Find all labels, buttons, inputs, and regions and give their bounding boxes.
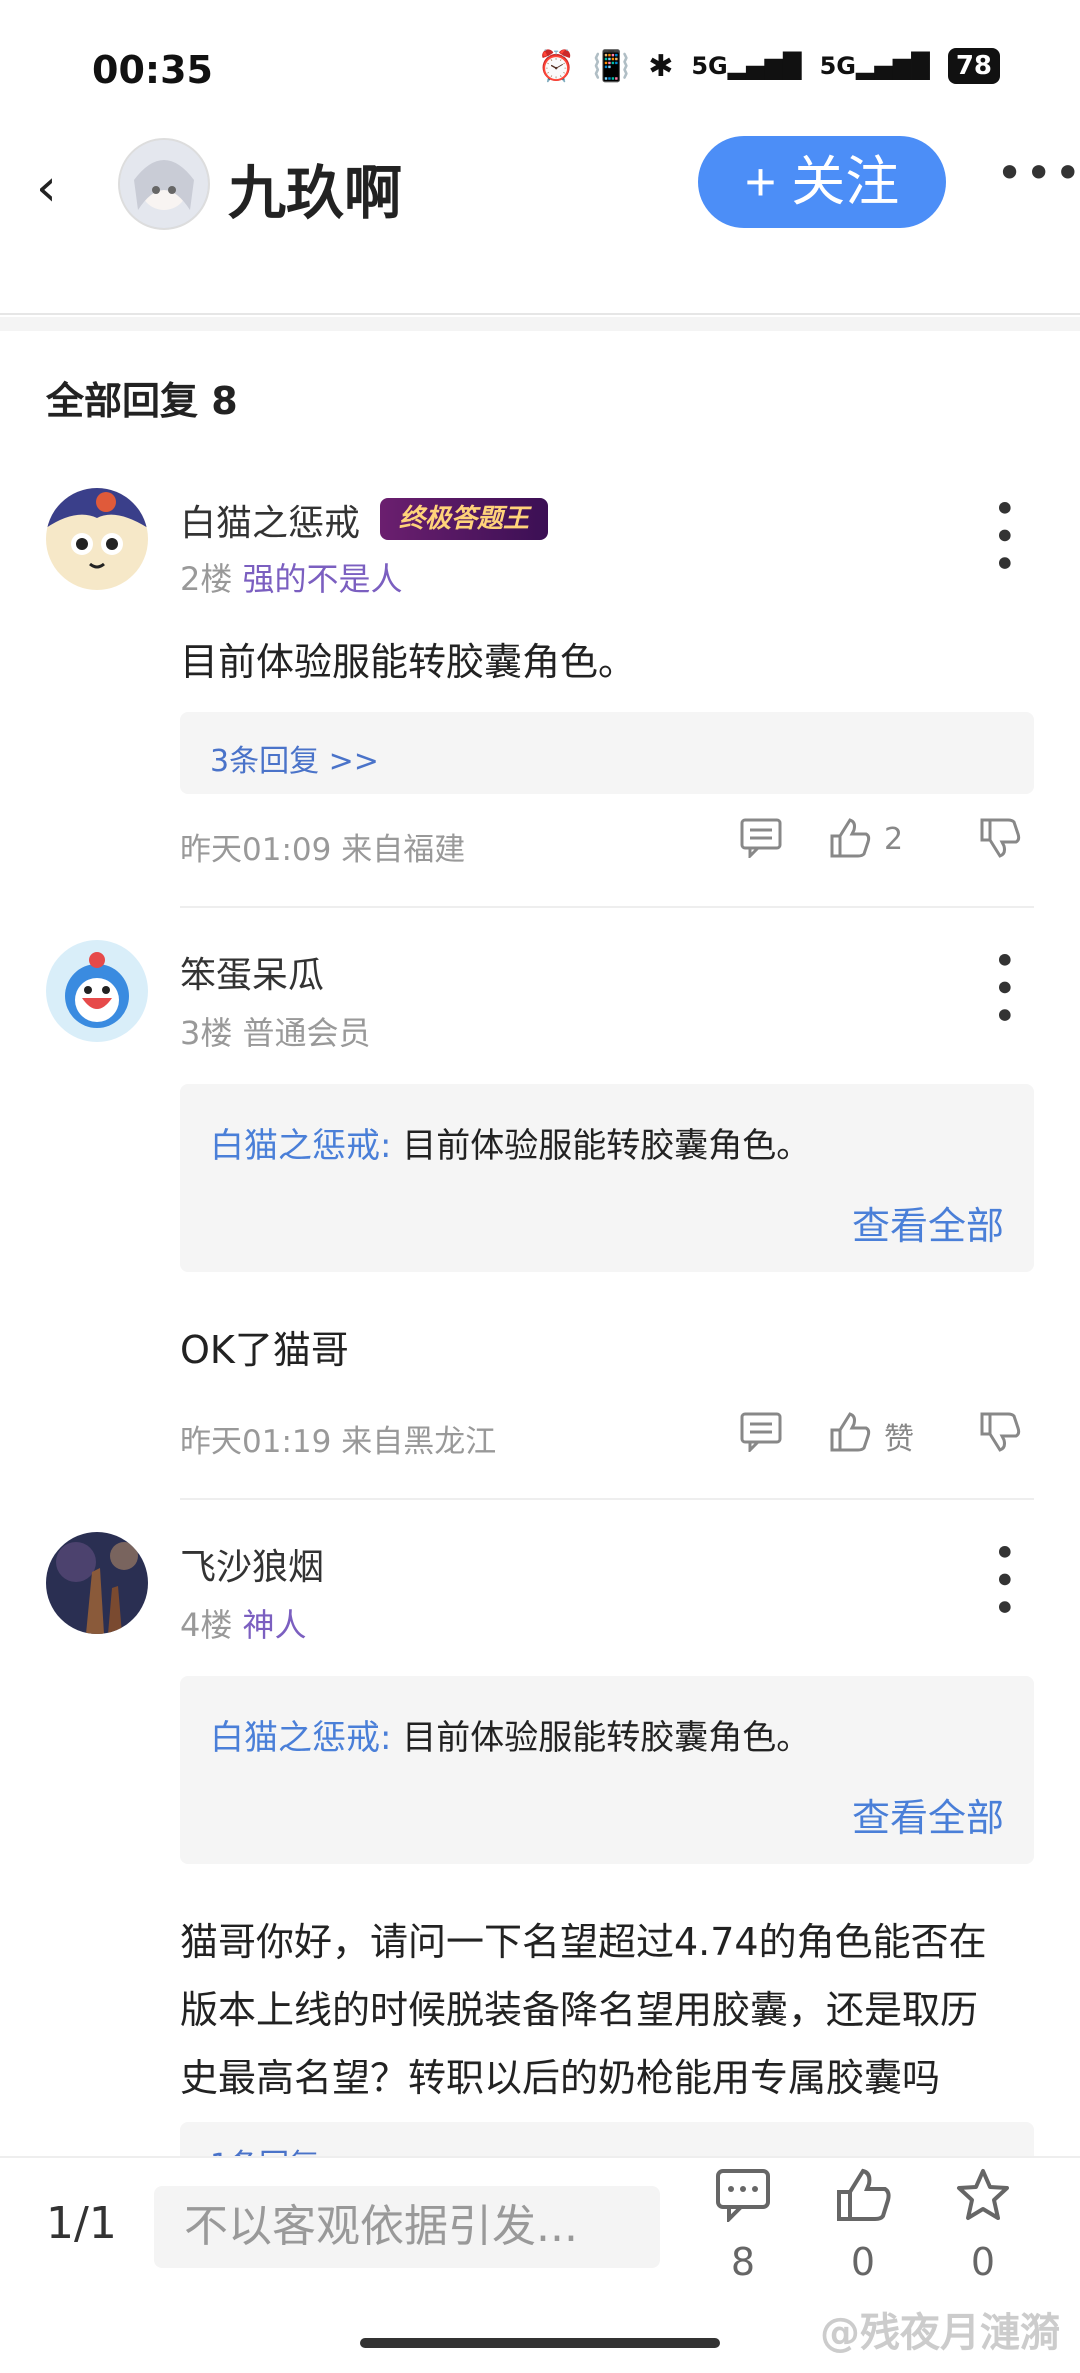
signal-icon-2: 5G▂▄▆█: [819, 52, 930, 80]
more-icon[interactable]: •••: [996, 146, 1080, 200]
floor-info: 4楼 神人: [180, 1600, 307, 1646]
comment-icon[interactable]: [740, 1412, 782, 1461]
quote-box[interactable]: 白猫之惩戒: 目前体验服能转胶囊角色。 查看全部: [180, 1676, 1034, 1864]
favorite-button[interactable]: 0: [938, 2168, 1028, 2284]
like-icon: [818, 2168, 908, 2240]
avatar[interactable]: [46, 940, 148, 1042]
username[interactable]: 白猫之惩戒: [180, 494, 360, 546]
status-icons: ⏰ 📳 ✱ 5G▂▄▆█ 5G▂▄▆█ 78: [537, 48, 1000, 84]
avatar-image: [120, 140, 208, 228]
more-options-icon[interactable]: •••: [980, 496, 1026, 579]
home-indicator[interactable]: [360, 2338, 720, 2348]
bluetooth-icon: ✱: [648, 48, 674, 84]
battery-icon: 78: [947, 48, 1000, 84]
avatar-image: [46, 488, 148, 590]
username[interactable]: 笨蛋呆瓜: [180, 946, 324, 998]
page-indicator[interactable]: 1/1: [46, 2198, 117, 2249]
status-bar: 00:35 ⏰ 📳 ✱ 5G▂▄▆█ 5G▂▄▆█ 78: [0, 0, 1080, 130]
quote-text: 白猫之惩戒: 目前体验服能转胶囊角色。: [210, 1710, 810, 1759]
watermark: @残夜月漣漪: [820, 2310, 1060, 2356]
avatar-image: [46, 940, 148, 1042]
favorite-count: 0: [970, 2240, 996, 2284]
avatar[interactable]: [46, 488, 148, 590]
post-meta: 昨天01:09 来自福建: [180, 832, 466, 868]
see-all-link[interactable]: 查看全部: [852, 1195, 1004, 1250]
post-content-line: 版本上线的时候脱装备降名望用胶囊，还是取历: [180, 1988, 979, 2032]
post-content-line: 猫哥你好，请问一下名望超过4.74的角色能否在: [180, 1920, 987, 1964]
badge: 终极答题王: [380, 498, 548, 540]
avatar[interactable]: [118, 138, 210, 230]
quote-content: 目前体验服能转胶囊角色。: [391, 1126, 811, 1166]
signal-icon: 5G▂▄▆█: [691, 52, 802, 80]
post-content: 目前体验服能转胶囊角色。: [180, 640, 637, 684]
see-all-link[interactable]: 查看全部: [852, 1787, 1004, 1842]
like-icon[interactable]: [828, 1412, 872, 1461]
floor-number: 2楼: [180, 560, 233, 598]
dislike-icon[interactable]: [978, 818, 1022, 867]
page-title: 九玖啊: [228, 159, 403, 227]
reply-link[interactable]: 3条回复 >>: [210, 736, 379, 780]
post-meta: 昨天01:19 来自黑龙江: [180, 1424, 497, 1460]
star-icon: [938, 2168, 1028, 2240]
post-content: 猫哥你好，请问一下名望超过4.74的角色能否在 版本上线的时候脱装备降名望用胶囊…: [180, 1908, 1030, 2112]
quote-box[interactable]: 白猫之惩戒: 目前体验服能转胶囊角色。 查看全部: [180, 1084, 1034, 1272]
more-options-icon[interactable]: •••: [980, 1540, 1026, 1623]
like-label[interactable]: 赞: [884, 1414, 914, 1458]
vibrate-icon: 📳: [592, 48, 631, 84]
user-rank: 强的不是人: [242, 560, 403, 598]
like-button[interactable]: 0: [818, 2168, 908, 2284]
comment-button[interactable]: 8: [698, 2168, 788, 2284]
like-count: 2: [884, 822, 904, 857]
divider: [180, 906, 1034, 908]
alarm-icon: ⏰: [537, 48, 575, 84]
username[interactable]: 飞沙狼烟: [180, 1538, 324, 1590]
post-content-line: 史最高名望？转职以后的奶枪能用专属胶囊吗: [180, 2056, 941, 2100]
quote-author[interactable]: 白猫之惩戒:: [210, 1126, 391, 1166]
floor-info: 3楼 普通会员: [180, 1008, 371, 1054]
floor-info: 2楼 强的不是人: [180, 554, 403, 600]
more-options-icon[interactable]: •••: [980, 948, 1026, 1031]
avatar[interactable]: [46, 1532, 148, 1634]
status-time: 00:35: [92, 48, 213, 92]
floor-number: 3楼: [180, 1014, 233, 1052]
reply-input[interactable]: 不以客观依据引发...: [154, 2186, 660, 2268]
avatar-image: [46, 1532, 148, 1634]
comment-icon[interactable]: [740, 818, 782, 867]
comment-count: 8: [730, 2240, 756, 2284]
quote-author[interactable]: 白猫之惩戒:: [210, 1718, 391, 1758]
top-bar: ‹ 九玖啊 + 关注 •••: [0, 130, 1080, 315]
quote-content: 目前体验服能转胶囊角色。: [391, 1718, 811, 1758]
comment-icon: [698, 2168, 788, 2240]
divider: [180, 1498, 1034, 1500]
reply-box[interactable]: 3条回复 >>: [180, 712, 1034, 794]
section-title: 全部回复 8: [46, 379, 238, 423]
follow-button[interactable]: + 关注: [698, 136, 946, 228]
quote-text: 白猫之惩戒: 目前体验服能转胶囊角色。: [210, 1118, 810, 1167]
divider: [0, 317, 1080, 331]
post-content: OK了猫哥: [180, 1328, 349, 1372]
user-rank: 普通会员: [242, 1014, 371, 1052]
like-count: 0: [850, 2240, 876, 2284]
back-icon[interactable]: ‹: [36, 158, 57, 218]
dislike-icon[interactable]: [978, 1412, 1022, 1461]
like-icon[interactable]: [828, 818, 872, 867]
user-rank: 神人: [242, 1606, 307, 1644]
floor-number: 4楼: [180, 1606, 233, 1644]
